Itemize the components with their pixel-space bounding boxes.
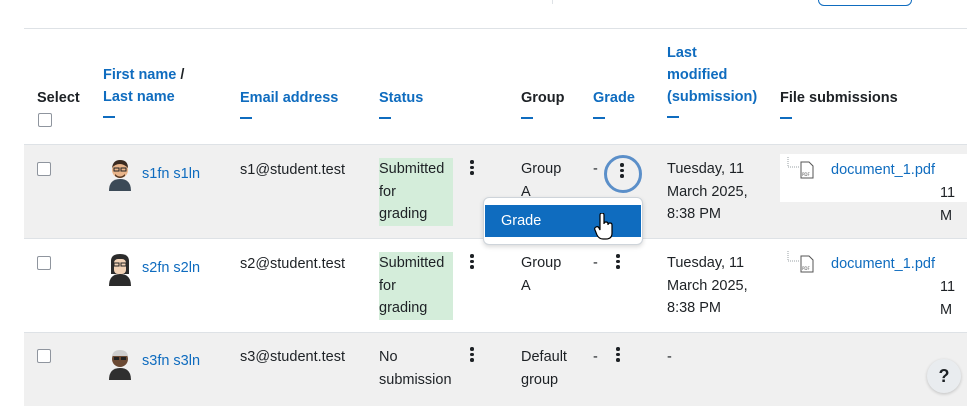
status-line: grading xyxy=(379,300,428,316)
user-name-link[interactable]: s3fn s3ln xyxy=(142,350,200,373)
grade-value: - xyxy=(593,349,598,365)
sort-toggle-status[interactable] xyxy=(379,117,391,119)
row-divider xyxy=(24,144,967,145)
modified-line: 8:38 PM xyxy=(667,206,721,222)
group-line: Group xyxy=(521,255,562,271)
header-group-label: Group xyxy=(521,90,565,106)
status-line: submission xyxy=(379,371,452,388)
toolbar-button[interactable] xyxy=(818,0,912,6)
avatar xyxy=(109,254,131,286)
sort-toggle-name[interactable] xyxy=(103,116,115,118)
group-line: A xyxy=(521,277,531,294)
file-link[interactable]: document_1.pdf xyxy=(831,159,935,182)
sort-email-link[interactable]: Email address xyxy=(240,87,338,109)
modified-line: Tuesday, 11 xyxy=(667,255,745,271)
hand-cursor-icon xyxy=(594,213,613,240)
group-text: Default group xyxy=(521,346,567,391)
dropdown-item-grade[interactable]: Grade xyxy=(485,205,641,237)
group-line: Group xyxy=(521,161,562,177)
email-text: s1@student.test xyxy=(240,162,345,178)
modified-line: 8:38 PM xyxy=(667,300,721,316)
sort-toggle-group[interactable] xyxy=(521,117,533,119)
sort-toggle-email[interactable] xyxy=(240,117,252,119)
name-separator: / xyxy=(176,67,185,83)
row-divider xyxy=(24,332,967,333)
last-modified-text: - xyxy=(667,349,672,365)
status-actions-menu-icon[interactable] xyxy=(470,347,474,364)
sort-toggle-files[interactable] xyxy=(780,117,792,119)
header-name: First name / Last name xyxy=(103,64,184,118)
last-modified-line-3: (submission) xyxy=(667,89,758,105)
row-select-checkbox[interactable] xyxy=(37,162,51,176)
sort-last-name-link[interactable]: Last name xyxy=(103,86,184,108)
sort-first-name-link[interactable]: First name xyxy=(103,67,176,83)
last-modified-line-2: modified xyxy=(667,67,728,83)
help-button[interactable]: ? xyxy=(927,359,961,393)
status-badge: Submitted for grading xyxy=(379,252,453,320)
header-file-submissions: File submissions xyxy=(780,87,898,119)
sort-status-link[interactable]: Status xyxy=(379,87,423,109)
status-actions-menu-icon[interactable] xyxy=(470,254,474,271)
status-text: No submission xyxy=(379,346,452,391)
grade-actions-dropdown: Grade xyxy=(483,197,643,245)
header-grade: Grade xyxy=(593,87,635,119)
status-line: grading xyxy=(379,206,428,222)
header-select-label: Select xyxy=(37,90,80,106)
last-modified-text: Tuesday, 11 March 2025, 8:38 PM xyxy=(667,158,748,226)
file-tree-connector-icon: PDF xyxy=(787,251,814,273)
sort-grade-link[interactable]: Grade xyxy=(593,87,635,109)
email-text: s3@student.test xyxy=(240,349,345,365)
svg-text:PDF: PDF xyxy=(802,172,810,177)
grade-value: - xyxy=(593,255,598,271)
group-text: Group A xyxy=(521,252,561,297)
grade-actions-menu-icon[interactable] xyxy=(616,254,620,271)
table-top-border xyxy=(24,28,967,29)
modified-line: Tuesday, 11 xyxy=(667,161,745,177)
status-actions-menu-icon[interactable] xyxy=(470,160,474,177)
status-line: No xyxy=(379,349,398,365)
avatar xyxy=(109,350,131,380)
header-status: Status xyxy=(379,87,423,119)
status-line: Submitted xyxy=(379,255,445,271)
grade-value: - xyxy=(593,161,598,177)
grade-actions-menu-icon[interactable] xyxy=(616,347,620,364)
user-name-link[interactable]: s1fn s1ln xyxy=(142,163,200,186)
status-badge: Submitted for grading xyxy=(379,158,453,226)
avatar xyxy=(109,160,131,191)
status-line: for xyxy=(379,277,396,294)
modified-line: March 2025, xyxy=(667,183,748,200)
select-all-checkbox[interactable] xyxy=(38,113,52,127)
file-size-text: 11 M xyxy=(940,279,956,318)
email-text: s2@student.test xyxy=(240,256,345,272)
user-name-link[interactable]: s2fn s2ln xyxy=(142,257,200,280)
modified-line: March 2025, xyxy=(667,277,748,294)
status-line: Submitted xyxy=(379,161,445,177)
header-email: Email address xyxy=(240,87,338,119)
grade-actions-button[interactable] xyxy=(604,155,642,193)
last-modified-text: Tuesday, 11 March 2025, 8:38 PM xyxy=(667,252,748,320)
group-line: group xyxy=(521,371,559,388)
group-line: Default xyxy=(521,349,567,365)
svg-text:PDF: PDF xyxy=(802,266,810,271)
sort-toggle-grade[interactable] xyxy=(593,117,605,119)
header-group: Group xyxy=(521,87,565,119)
header-file-submissions-label: File submissions xyxy=(780,90,898,106)
header-last-modified: Last modified (submission) xyxy=(667,42,757,118)
toolbar-divider xyxy=(552,0,553,4)
sort-toggle-last-modified[interactable] xyxy=(667,116,679,118)
file-size-text: 11 M xyxy=(940,185,956,224)
status-line: for xyxy=(379,183,396,200)
sort-last-modified-link[interactable]: Last modified (submission) xyxy=(667,42,757,108)
file-link[interactable]: document_1.pdf xyxy=(831,253,935,276)
header-select: Select xyxy=(37,87,80,127)
row-select-checkbox[interactable] xyxy=(37,256,51,270)
row-select-checkbox[interactable] xyxy=(37,349,51,363)
file-tree-connector-icon: PDF xyxy=(787,157,814,179)
last-modified-line-1: Last xyxy=(667,45,697,61)
